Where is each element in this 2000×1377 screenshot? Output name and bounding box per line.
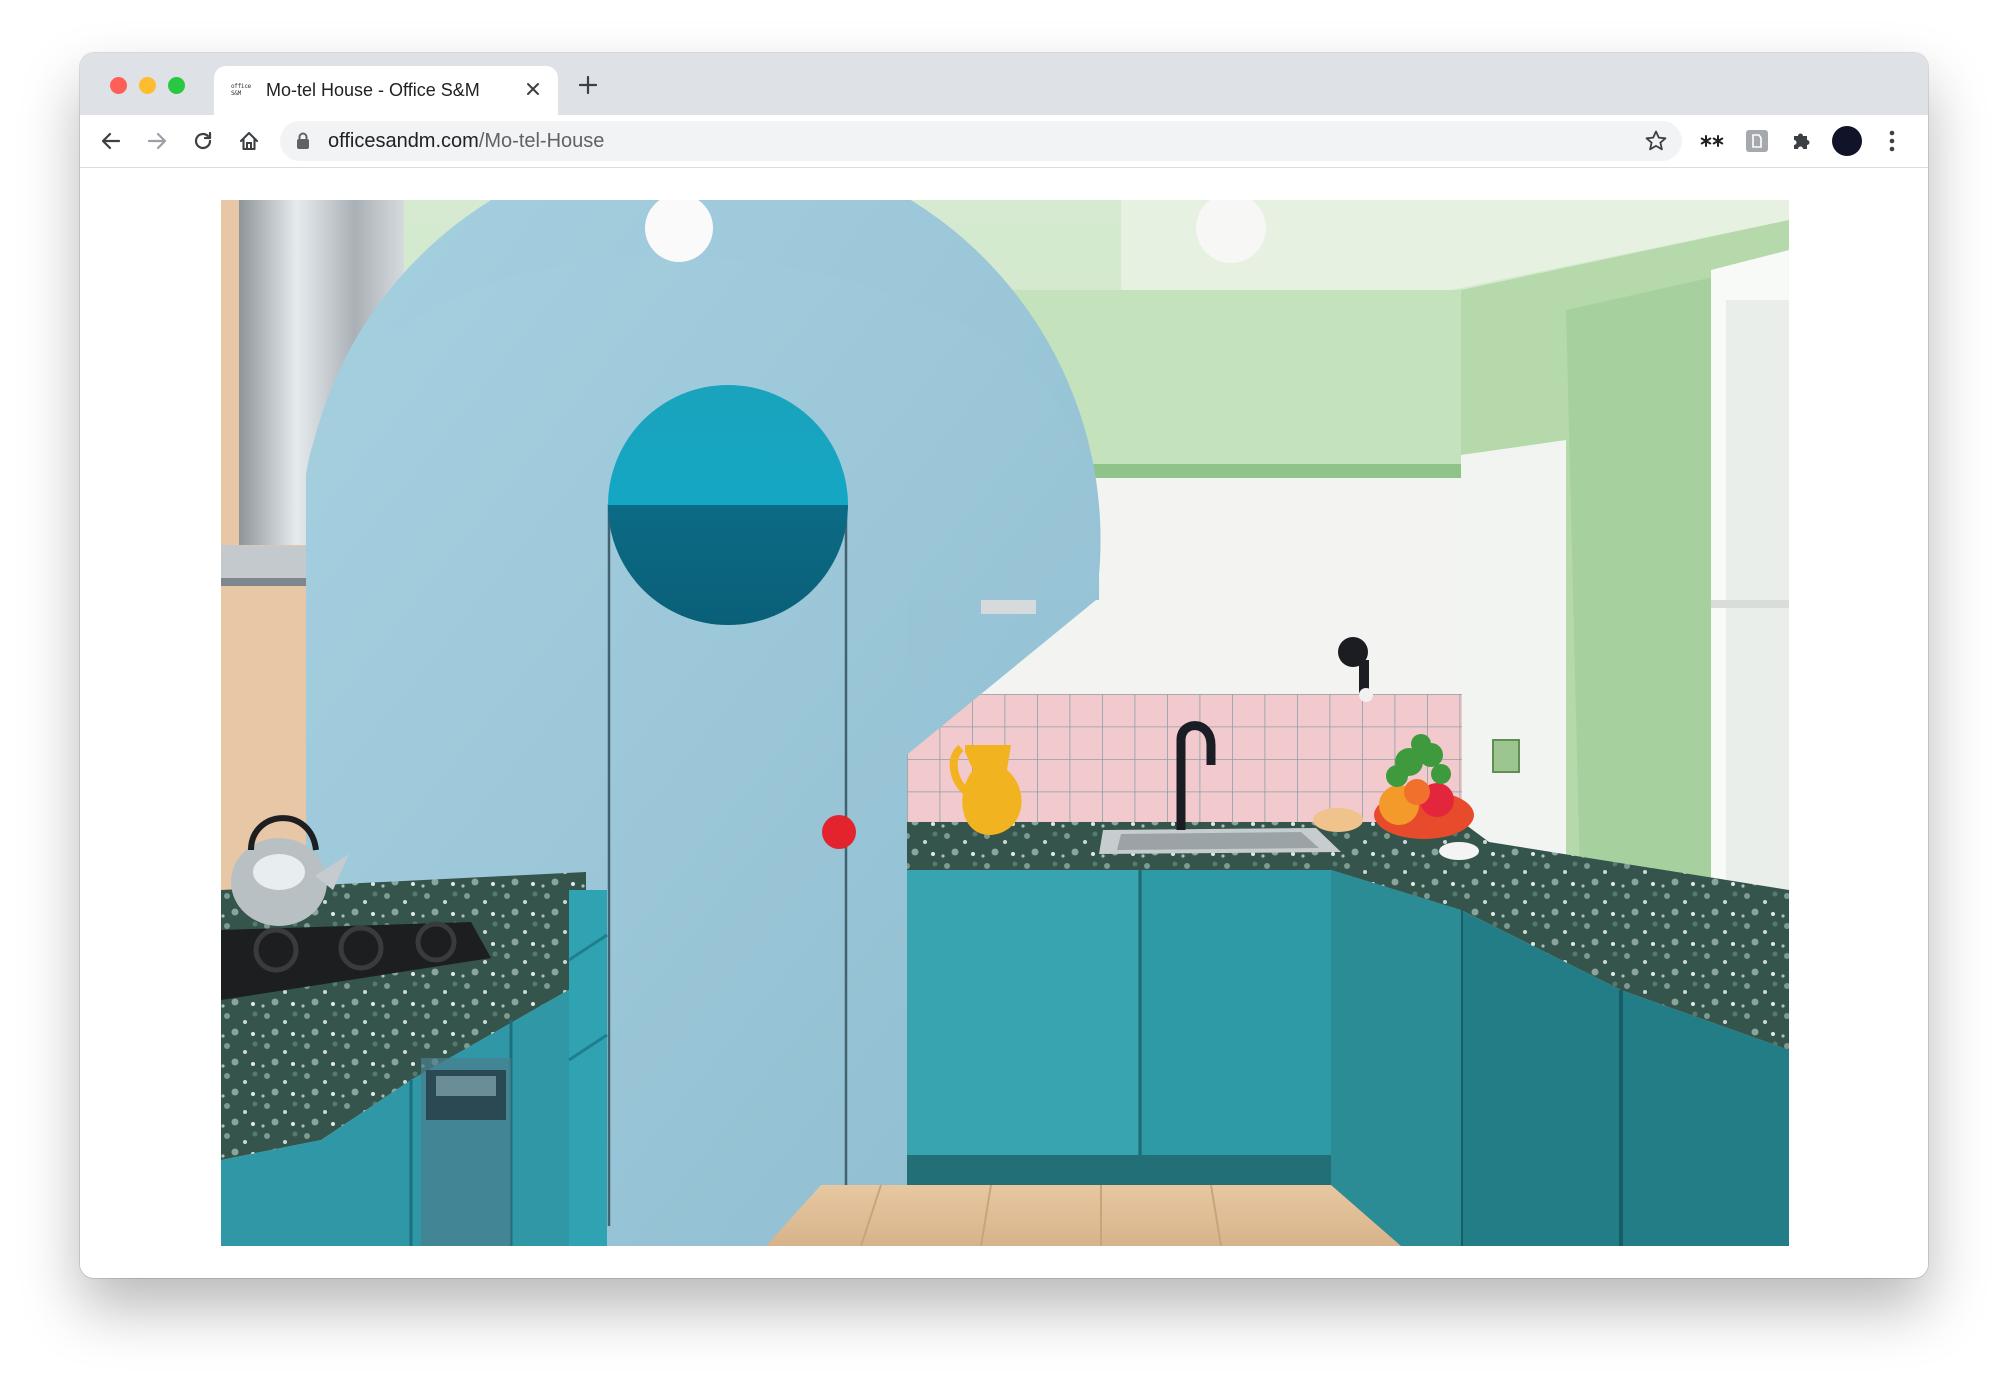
minimize-window-button[interactable]	[139, 77, 156, 94]
new-tab-button[interactable]	[572, 69, 604, 101]
url-text: officesandm.com/Mo-tel-House	[328, 130, 604, 153]
avatar	[1832, 126, 1862, 156]
extension-asterisks-button[interactable]	[1695, 124, 1729, 158]
reload-icon	[194, 131, 212, 150]
site-favicon-icon: office S&M	[231, 83, 251, 97]
url-path: /Mo-tel-House	[478, 130, 605, 152]
arrow-left-icon	[101, 132, 121, 150]
star-icon[interactable]	[1644, 129, 1668, 153]
asterisks-icon	[1700, 135, 1724, 147]
plus-icon	[578, 75, 598, 95]
grey-square-extension-icon	[1746, 130, 1768, 152]
browser-toolbar: officesandm.com/Mo-tel-House	[80, 115, 1928, 168]
tab-close-button[interactable]	[520, 76, 546, 102]
address-bar[interactable]: officesandm.com/Mo-tel-House	[280, 121, 1682, 161]
forward-button[interactable]	[140, 124, 174, 158]
lock-icon	[297, 132, 309, 149]
back-button[interactable]	[94, 124, 128, 158]
tab-strip: office S&M Mo-tel House - Office S&M	[80, 53, 1928, 115]
close-window-button[interactable]	[110, 77, 127, 94]
puzzle-icon	[1794, 133, 1810, 149]
url-domain: officesandm.com	[328, 130, 479, 152]
browser-menu-button[interactable]	[1875, 124, 1909, 158]
close-icon	[527, 83, 539, 95]
zoom-window-button[interactable]	[168, 77, 185, 94]
extension-square-button[interactable]	[1740, 124, 1774, 158]
page-content	[80, 168, 1928, 1278]
kitchen-illustration	[221, 200, 1789, 1246]
reload-button[interactable]	[186, 124, 220, 158]
kebab-menu-icon	[1889, 130, 1895, 152]
profile-avatar-button[interactable]	[1830, 124, 1864, 158]
browser-window: office S&M Mo-tel House - Office S&M off…	[80, 53, 1928, 1278]
tab-active[interactable]: office S&M Mo-tel House - Office S&M	[214, 66, 558, 115]
arrow-right-icon	[147, 132, 167, 150]
home-button[interactable]	[232, 124, 266, 158]
home-icon	[239, 131, 259, 151]
tab-title: Mo-tel House - Office S&M	[266, 80, 480, 100]
kitchen-photo	[221, 200, 1789, 1246]
extensions-button[interactable]	[1785, 124, 1819, 158]
